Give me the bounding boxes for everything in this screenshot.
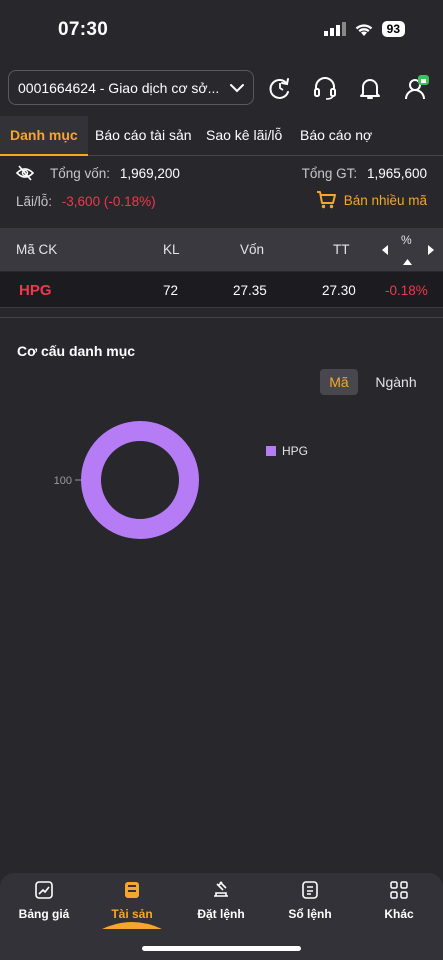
- account-label: 0001664624 - Giao dịch cơ sở...: [18, 79, 218, 96]
- nav-label: Khác: [384, 907, 414, 921]
- divider: [0, 317, 443, 318]
- account-selector[interactable]: 0001664624 - Giao dịch cơ sở...: [8, 70, 254, 105]
- wallet-icon: [125, 882, 139, 898]
- donut-chart: 100 HPG: [54, 421, 308, 539]
- tab-danh-muc[interactable]: Danh mục: [0, 116, 88, 156]
- header-quantity: KL: [163, 242, 180, 257]
- total-value-label: Tổng GT:: [301, 166, 358, 181]
- cart-icon: [316, 191, 336, 209]
- chart-icon: [35, 881, 53, 899]
- nav-tai-san[interactable]: Tài sản: [92, 881, 172, 929]
- wifi-icon: [355, 23, 372, 36]
- donut-slice-hpg: [81, 421, 199, 539]
- arrow-left-icon[interactable]: [381, 245, 389, 255]
- arrow-right-icon[interactable]: [427, 245, 435, 255]
- total-capital-value: 1,969,200: [119, 166, 180, 181]
- active-indicator: [102, 922, 162, 929]
- header-percent[interactable]: %: [401, 233, 412, 247]
- sell-multiple-label: Bán nhiều mã: [343, 192, 427, 208]
- book-icon: [302, 881, 318, 899]
- table-header: Mã CK KL Vốn TT %: [0, 228, 443, 271]
- nav-label: Bảng giá: [18, 907, 70, 921]
- sort-up-icon: [403, 259, 412, 265]
- row-price: 27.30: [322, 283, 356, 298]
- segment-symbol[interactable]: Mã: [320, 369, 358, 395]
- row-quantity: 72: [163, 283, 179, 298]
- tab-bao-cao-tai-san[interactable]: Báo cáo tài sản: [95, 116, 192, 156]
- refresh-icon[interactable]: [267, 75, 293, 101]
- nav-dat-lenh[interactable]: Đặt lệnh: [181, 881, 261, 921]
- user-profile-icon[interactable]: [404, 75, 430, 101]
- gavel-icon: [214, 881, 228, 897]
- pnl-value: -3,600 (-0.18%): [61, 194, 156, 209]
- nav-label: Đặt lệnh: [197, 907, 245, 921]
- home-indicator: [142, 946, 301, 951]
- data-label: 100: [54, 475, 72, 487]
- pnl-label: Lãi/lỗ:: [16, 194, 53, 209]
- segment-industry[interactable]: Ngành: [368, 369, 424, 395]
- chevron-down-icon: [230, 84, 244, 93]
- row-cost: 27.35: [233, 283, 267, 298]
- nav-bang-gia[interactable]: Bảng giá: [4, 881, 84, 921]
- sell-multiple-button[interactable]: Bán nhiều mã: [316, 191, 427, 209]
- legend-label: HPG: [282, 444, 308, 458]
- header-cost: Vốn: [240, 242, 265, 257]
- tab-bao-cao-no[interactable]: Báo cáo nợ: [300, 116, 372, 156]
- tab-sao-ke-lai-lo[interactable]: Sao kê lãi/lỗ: [206, 116, 282, 156]
- nav-khac[interactable]: Khác: [359, 881, 439, 921]
- legend-swatch: [266, 446, 276, 456]
- nav-label: Sổ lệnh: [288, 907, 332, 921]
- headset-icon[interactable]: [312, 75, 338, 101]
- status-time: 07:30: [58, 19, 109, 40]
- section-title: Cơ cấu danh mục: [17, 343, 136, 359]
- tab-bar: Danh mục Báo cáo tài sản Sao kê lãi/lỗ B…: [0, 116, 443, 156]
- row-percent: -0.18%: [385, 283, 428, 298]
- signal-icon: [323, 22, 346, 36]
- total-value-value: 1,965,600: [366, 166, 427, 181]
- battery-indicator: 93: [381, 21, 405, 37]
- total-capital-label: Tổng vốn:: [50, 166, 111, 181]
- eye-hidden-icon[interactable]: [16, 165, 34, 181]
- header-symbol: Mã CK: [16, 242, 58, 257]
- bell-icon[interactable]: [357, 75, 383, 101]
- status-bar: 07:30 93: [0, 0, 443, 60]
- table-row[interactable]: HPG 72 27.35 27.30 -0.18%: [0, 272, 443, 308]
- header-price: TT: [333, 242, 350, 257]
- grid-icon: [390, 881, 408, 899]
- row-symbol: HPG: [19, 282, 52, 299]
- nav-so-lenh[interactable]: Sổ lệnh: [270, 881, 350, 921]
